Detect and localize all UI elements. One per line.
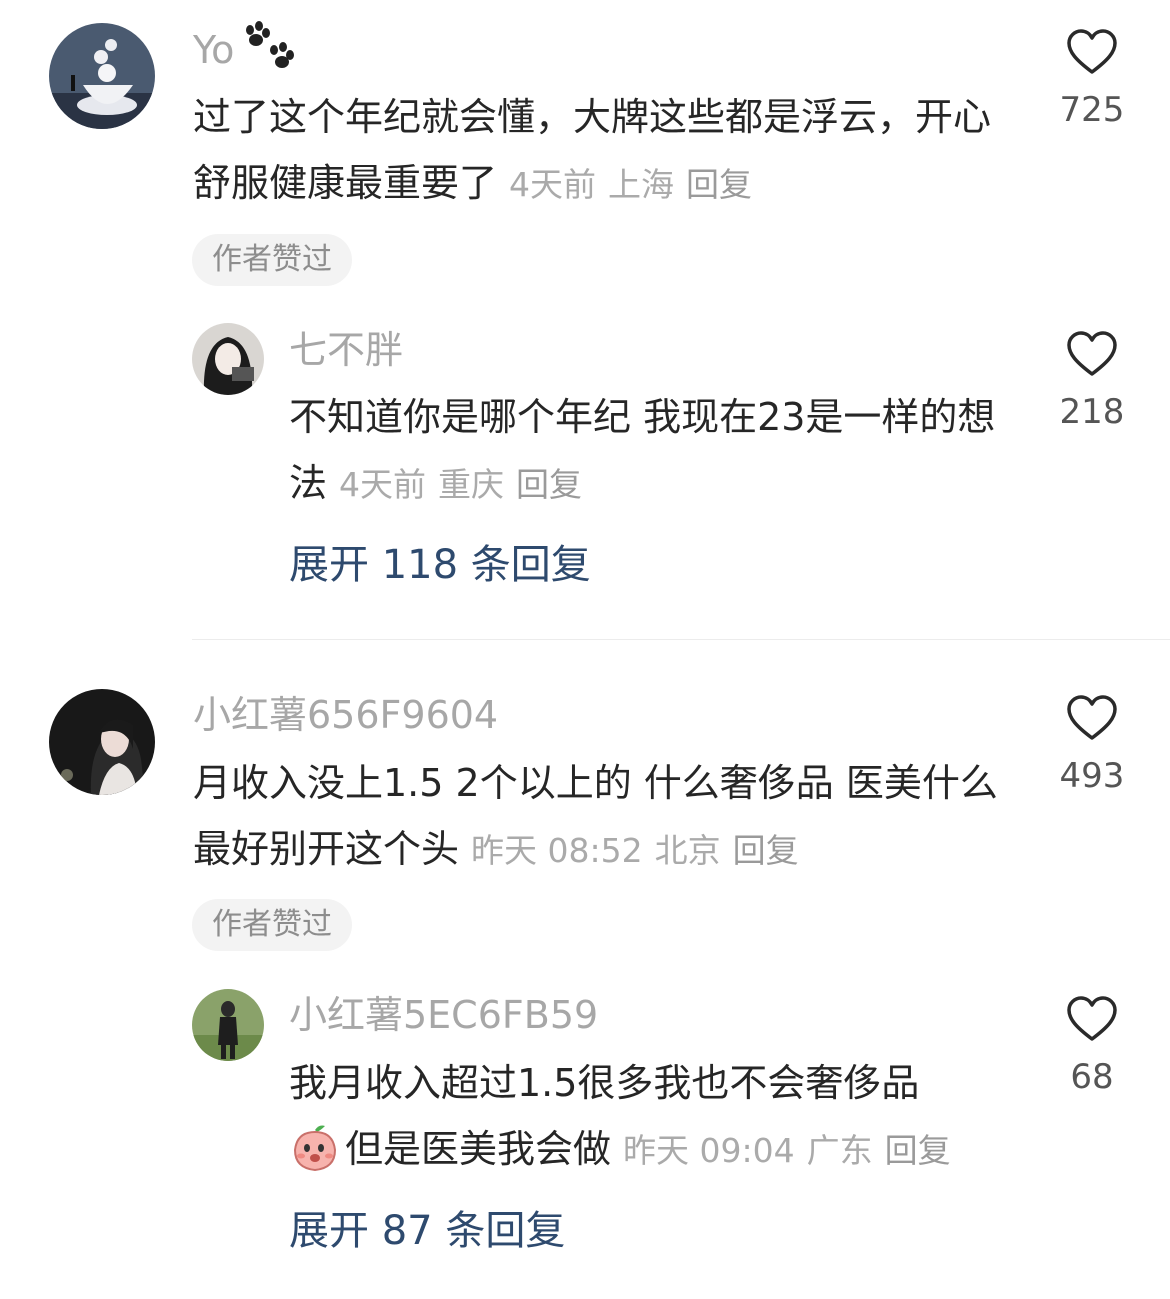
expand-replies-button[interactable]: 展开 87 条回复 (289, 1206, 565, 1256)
peach-emoji-icon (293, 1125, 337, 1172)
paw-icon (246, 21, 294, 68)
reply-text: 不知道你是哪个年纪 我现在23是一样的想法 4天前 重庆 回复 (289, 395, 996, 505)
reply-username[interactable]: 七不胖 (289, 326, 403, 374)
author-liked-badge: 作者赞过 (192, 234, 352, 286)
comment-meta: 昨天 08:52 北京 回复 (471, 831, 799, 870)
like-count: 493 (1059, 756, 1125, 796)
avatar[interactable] (192, 989, 264, 1061)
reply-link[interactable]: 回复 (733, 831, 799, 870)
reply-meta: 4天前 重庆 回复 (339, 465, 583, 504)
heart-icon (1067, 29, 1117, 74)
expand-replies-button[interactable]: 展开 118 条回复 (289, 540, 591, 590)
heart-icon (1067, 331, 1117, 376)
like-button[interactable]: 218 (1037, 330, 1147, 434)
comment-username[interactable]: 小红薯656F9604 (193, 691, 498, 739)
reply-link[interactable]: 回复 (686, 165, 752, 204)
like-button[interactable]: 68 (1037, 995, 1147, 1099)
heart-icon (1067, 996, 1117, 1041)
like-button[interactable]: 493 (1037, 694, 1147, 798)
like-button[interactable]: 725 (1037, 28, 1147, 132)
reply-link[interactable]: 回复 (516, 465, 582, 504)
comment-text: 月收入没上1.5 2个以上的 什么奢侈品 医美什么最好别开这个头 昨天 08:52… (193, 761, 998, 871)
reply-text: 我月收入超过1.5很多我也不会奢侈品 但是医美我会做 昨天 09:04 广东 回复 (289, 1050, 1019, 1184)
divider (192, 639, 1170, 640)
avatar[interactable] (49, 23, 155, 129)
avatar[interactable] (192, 323, 264, 395)
reply-link[interactable]: 回复 (885, 1131, 951, 1170)
like-count: 725 (1059, 90, 1125, 130)
reply-meta: 昨天 09:04 广东 回复 (623, 1131, 951, 1170)
author-liked-badge: 作者赞过 (192, 899, 352, 951)
comment-meta: 4天前 上海 回复 (509, 165, 753, 204)
reply-username[interactable]: 小红薯5EC6FB59 (289, 991, 598, 1039)
comment-username[interactable]: Yo (193, 26, 234, 74)
like-count: 68 (1070, 1057, 1114, 1097)
comment-text: 过了这个年纪就会懂，大牌这些都是浮云，开心舒服健康最重要了 4天前 上海 回复 (193, 95, 992, 205)
avatar[interactable] (49, 689, 155, 795)
like-count: 218 (1059, 392, 1125, 432)
heart-icon (1067, 695, 1117, 740)
